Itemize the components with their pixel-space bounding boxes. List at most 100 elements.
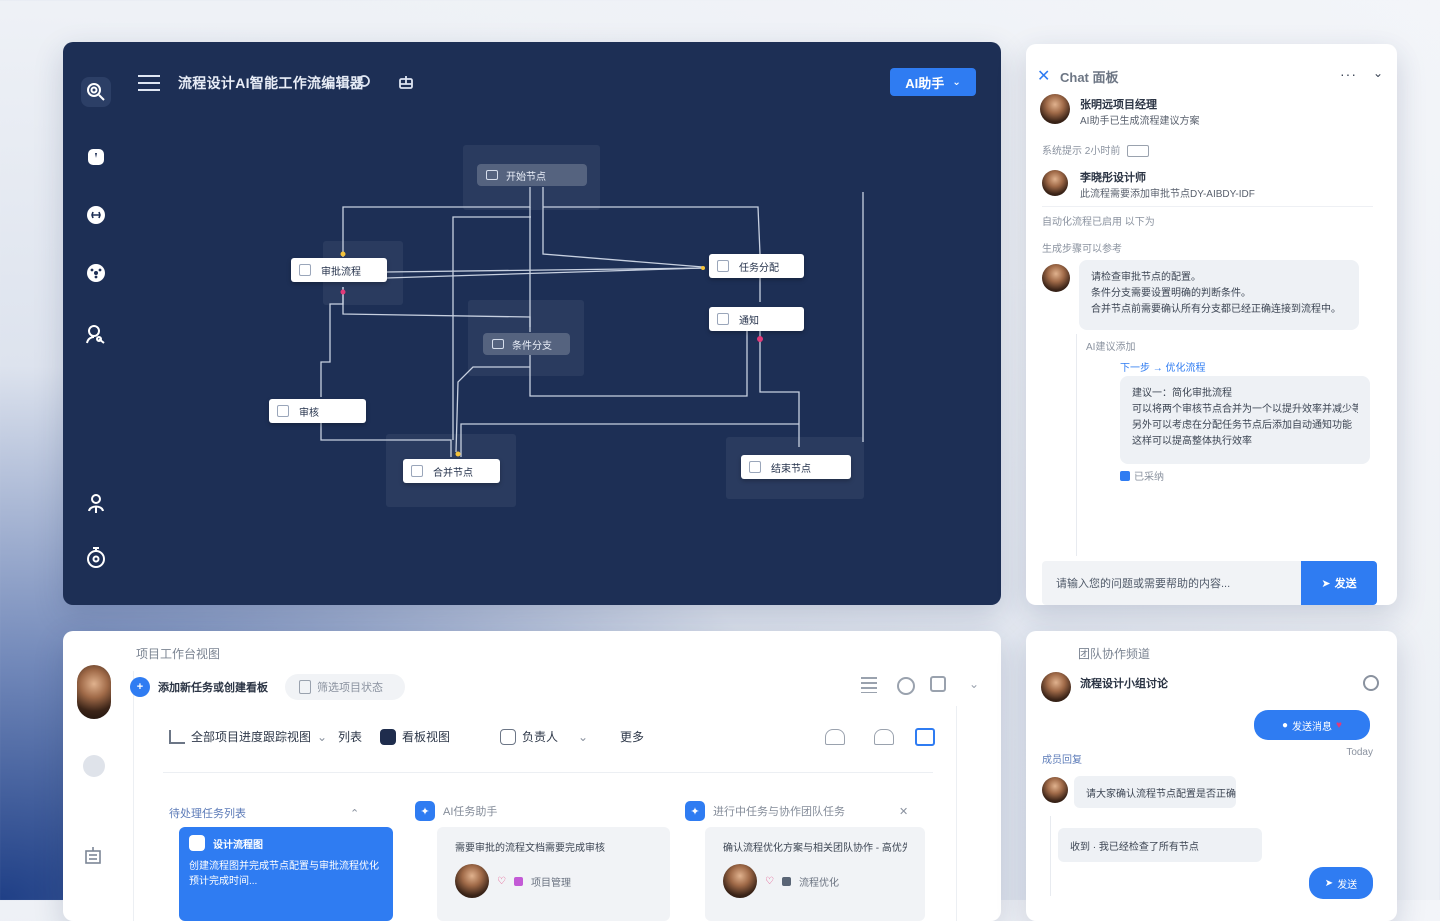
list-view-button[interactable]: 列表 [338, 728, 362, 745]
flow-node-end[interactable]: 结束节点 [741, 455, 851, 479]
flow-node-notify[interactable]: 通知 [709, 307, 804, 331]
flow-node-start[interactable]: 开始节点 [477, 164, 587, 186]
bubble-line: 可以将两个审核节点合并为一个以提升效率并减少等待时间 [1132, 404, 1358, 415]
node-label: 审核 [299, 407, 319, 419]
image-icon[interactable] [915, 728, 935, 746]
node-label: 合并节点 [433, 467, 473, 479]
divider [133, 671, 134, 921]
chevron-down-icon[interactable]: ⌄ [969, 677, 979, 691]
assignee-filter[interactable]: 负责人 ⌄ [500, 728, 588, 745]
assistant-message: 建议一：简化审批流程 可以将两个审核节点合并为一个以提升效率并减少等待时间 另外… [1120, 376, 1370, 464]
avatar [1042, 777, 1068, 803]
send-label: 发送 [1337, 879, 1358, 891]
add-task-chip[interactable]: + 添加新任务或创建看板 [130, 674, 282, 700]
divider [163, 772, 933, 773]
column-title: AI任务助手 [443, 806, 498, 818]
cloud-upload-icon[interactable] [874, 729, 894, 745]
flow-node-approval[interactable]: 审批流程 [291, 258, 387, 282]
card-text: 创建流程图并完成节点配置与审批流程优化 [189, 861, 379, 872]
more-icon[interactable]: ··· [1340, 66, 1357, 82]
flow-node-condition[interactable]: 条件分支 [483, 333, 570, 355]
meta-text: AI建议添加 [1086, 342, 1136, 353]
message-sender: 张明远项目经理 [1080, 99, 1157, 111]
close-icon[interactable]: ✕ [899, 805, 908, 818]
calendar-icon[interactable] [930, 676, 946, 692]
message-text: 收到 · 我已经检查了所有节点 [1070, 841, 1199, 853]
building-icon[interactable] [83, 845, 103, 865]
cloud-icon[interactable] [825, 729, 845, 745]
send-icon: ➤ [1321, 577, 1331, 590]
tag-icon [781, 876, 791, 886]
node-icon [411, 465, 423, 477]
meta-text: 自动化流程已启用 以下为 [1042, 217, 1155, 228]
chart-icon [169, 729, 185, 744]
check-icon [1120, 470, 1130, 481]
received-message: 请大家确认流程节点配置是否正确 [1074, 776, 1236, 808]
message-sender: 流程设计小组讨论 [1080, 678, 1168, 690]
card-title: 需要审批的流程文档需要完成审核 [455, 843, 605, 854]
workflow-canvas-panel: 流程设计AI智能工作流编辑器 AI助手 ⌄ 开始节点 审批流程 条件分支 任务分… [63, 42, 1001, 605]
tag-label: 已采纳 [1134, 472, 1164, 483]
chevron-down-icon: ⌄ [578, 729, 589, 744]
more-button[interactable]: 更多 [620, 728, 644, 745]
avatar [1041, 672, 1071, 702]
flow-node-assign[interactable]: 任务分配 [709, 254, 804, 278]
card-title: 设计流程图 [213, 839, 263, 851]
info-icon[interactable] [83, 755, 105, 777]
task-card[interactable]: 确认流程优化方案与相关团队协作 - 高优先 ♡ 流程优化 [705, 827, 925, 921]
card-tag: 项目管理 [530, 877, 571, 889]
list-icon[interactable] [861, 677, 877, 693]
column-title: 待处理任务列表 [169, 808, 246, 820]
bubble-line: 建议一：简化审批流程 [1132, 388, 1232, 399]
close-icon[interactable]: ✕ [1037, 66, 1050, 86]
received-message: 收到 · 我已经检查了所有节点 [1058, 828, 1262, 862]
task-card-active[interactable]: 设计流程图 创建流程图并完成节点配置与审批流程优化 预计完成时间... [179, 827, 393, 921]
node-icon [717, 313, 729, 325]
flow-node-review[interactable]: 审核 [269, 399, 366, 423]
next-step-link[interactable]: 下一步 → 优化流程 [1120, 359, 1206, 374]
task-icon [189, 835, 205, 851]
system-meta: 系统提示 2小时前 [1042, 142, 1150, 158]
card-title: 确认流程优化方案与相关团队协作 - 高优先 [723, 843, 907, 854]
filter-chip[interactable]: 筛选项目状态 [285, 674, 405, 700]
column-header: 待处理任务列表 ⌃ [169, 805, 359, 821]
chip-label: 添加新任务或创建看板 [158, 682, 268, 694]
node-icon [717, 260, 729, 272]
refresh-icon[interactable] [897, 677, 915, 695]
workspace-panel: 项目工作台视图 + 添加新任务或创建看板 筛选项目状态 ⌄ 全部项目进度跟踪视图… [63, 631, 1001, 921]
adopted-tag[interactable]: 已采纳 [1120, 468, 1164, 483]
message-text: 此流程需要添加审批节点DY-AIBDY-IDF [1080, 189, 1255, 200]
chip-label: 筛选项目状态 [317, 682, 383, 694]
chevron-down-icon[interactable]: ⌄ [1373, 66, 1383, 80]
board-icon [380, 728, 396, 745]
team-icon: ✦ [685, 801, 705, 821]
toolbar-label: 负责人 [522, 730, 559, 744]
node-label: 开始节点 [506, 171, 546, 183]
board-view-button[interactable]: 看板视图 [380, 728, 450, 745]
bubble-line: 请检查审批节点的配置。 [1091, 272, 1201, 283]
avatar [77, 665, 111, 719]
column-title: 进行中任务与协作团队任务 [713, 806, 845, 818]
chevron-up-icon[interactable]: ⌃ [350, 807, 359, 820]
meta-text: 生成步骤可以参考 [1042, 244, 1122, 255]
column-header: ✦ AI任务助手 [415, 801, 497, 821]
toolbar-label: 更多 [620, 730, 645, 744]
task-card[interactable]: 需要审批的流程文档需要完成审核 ♡ 项目管理 [437, 827, 670, 921]
chat-input[interactable]: 请输入您的问题或需要帮助的内容... [1042, 561, 1301, 605]
settings-icon[interactable] [1363, 675, 1379, 691]
flow-node-merge[interactable]: 合并节点 [403, 459, 500, 483]
mic-icon: ● [1282, 719, 1289, 731]
heart-icon[interactable]: ♡ [765, 876, 774, 887]
node-icon [277, 405, 289, 417]
send-button[interactable]: ➤ 发送 [1301, 561, 1377, 605]
heart-icon[interactable]: ♥ [1336, 720, 1342, 731]
heart-icon[interactable]: ♡ [497, 876, 506, 887]
divider [1042, 206, 1373, 207]
flow-connectors [320, 187, 864, 457]
meta-text: 成员回复 [1042, 755, 1082, 766]
message-text: 发送消息 [1292, 721, 1333, 733]
view-selector[interactable]: 全部项目进度跟踪视图 ⌄ [169, 728, 327, 745]
bubble-line: 这样可以提高整体执行效率 [1132, 436, 1252, 447]
send-button[interactable]: ➤ 发送 [1309, 867, 1373, 899]
keyboard-icon [1127, 145, 1150, 158]
